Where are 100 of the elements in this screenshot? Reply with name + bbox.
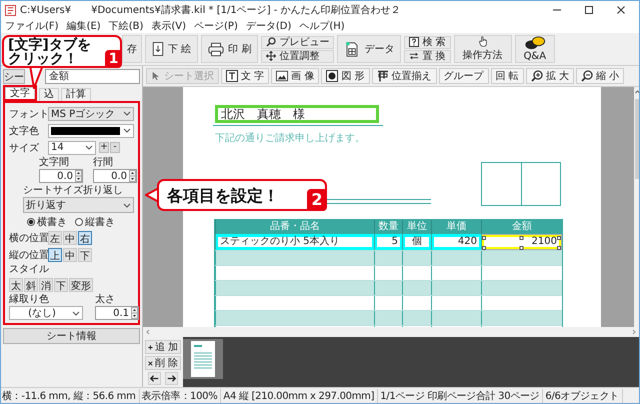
tab[interactable]: 込 bbox=[39, 88, 59, 101]
status-text: 横：-11.6 mm, 縦：56.6 mm bbox=[2, 388, 140, 402]
cell-text: 420 bbox=[434, 237, 479, 247]
menu-item[interactable]: 表示(V) bbox=[151, 19, 186, 33]
toolbar-button[interactable]: 位置調整 bbox=[261, 50, 334, 62]
tab[interactable]: 文字 bbox=[5, 87, 35, 99]
toolbar-button[interactable]: 拡 大 bbox=[526, 68, 574, 84]
radio-button[interactable]: 横書き bbox=[27, 214, 67, 228]
arrow-right-icon[interactable] bbox=[165, 372, 178, 385]
page-thumbnail[interactable] bbox=[183, 339, 223, 379]
spin-field[interactable]: 0.0 bbox=[93, 169, 137, 183]
toolbar-button[interactable]: 位置揃え bbox=[372, 68, 437, 84]
table-cell[interactable]: スティックのり小 5本入り bbox=[215, 234, 374, 250]
status-text: A4 縦 [210.00mm x 297.00mm] bbox=[223, 388, 378, 402]
magnifier-icon bbox=[266, 37, 276, 47]
toggle-button[interactable]: 上 bbox=[48, 248, 62, 262]
style-button[interactable]: 消 bbox=[39, 278, 53, 292]
toolbar-button[interactable]: 回 転 bbox=[490, 68, 524, 84]
column-header: 金額 bbox=[481, 220, 562, 234]
step-badge: 1 bbox=[105, 50, 122, 68]
radio-button[interactable]: 縦書き bbox=[75, 214, 115, 228]
column-header: 単位 bbox=[402, 220, 431, 234]
field-label: 行間 bbox=[93, 157, 114, 168]
question-box-icon bbox=[409, 37, 420, 47]
style-button[interactable]: 下 bbox=[54, 278, 68, 292]
toolbar-button[interactable]: グループ bbox=[438, 68, 489, 84]
column-header: 品番・品名 bbox=[215, 220, 374, 234]
stamp-boxes[interactable] bbox=[481, 162, 561, 206]
field-label: 文字間 bbox=[39, 157, 70, 168]
spinner-arrows-icon[interactable] bbox=[75, 170, 82, 182]
toolbar-button[interactable]: 縮 小 bbox=[576, 68, 624, 84]
toggle-button[interactable]: 中 bbox=[63, 248, 77, 262]
toolbar-button[interactable]: データ bbox=[337, 35, 402, 63]
toolbar-button[interactable]: 文 字 bbox=[221, 68, 270, 84]
document-table-icon bbox=[344, 42, 360, 56]
toggle-button[interactable]: 右 bbox=[78, 230, 92, 244]
wrap-select[interactable]: 折り返す bbox=[23, 197, 134, 213]
toggle-button[interactable]: 中 bbox=[63, 230, 77, 244]
image-icon bbox=[276, 70, 288, 82]
toolbar-button[interactable]: 操作方法 bbox=[454, 35, 512, 63]
cell-text: 2100 bbox=[484, 237, 559, 247]
toolbar-button[interactable]: 検 索 bbox=[404, 36, 451, 48]
table-cell[interactable]: 420 bbox=[431, 234, 481, 250]
menu-item[interactable]: ファイル(F) bbox=[5, 19, 59, 33]
callout-text: [文字]タブを クリック！ bbox=[8, 38, 91, 66]
toolbar-button[interactable]: 置 換 bbox=[404, 50, 451, 62]
font-select[interactable]: MS Pゴシック bbox=[48, 106, 134, 120]
style-button[interactable]: 斜 bbox=[24, 278, 38, 292]
menu-item[interactable]: ページ(P) bbox=[194, 19, 238, 33]
table-cell[interactable]: 個 bbox=[402, 234, 431, 250]
move-arrows-icon bbox=[266, 51, 276, 61]
tab[interactable]: 計算 bbox=[61, 88, 91, 101]
field-label: 縁取り色 bbox=[9, 294, 50, 305]
spinner-arrows-icon[interactable] bbox=[131, 307, 138, 319]
toolbar-button[interactable]: 図 形 bbox=[321, 68, 370, 84]
sheet-info-button[interactable]: シート情報 bbox=[3, 328, 140, 344]
spin-field[interactable]: 0.1 bbox=[95, 306, 139, 320]
outline-color-select[interactable]: (なし) bbox=[9, 306, 83, 320]
spin-field[interactable]: 0.0 bbox=[39, 169, 83, 183]
circle-shape-icon bbox=[326, 70, 338, 82]
window-title: C:¥Users¥ ¥Documents¥請求書.kil * [1/1ページ] - かんたん印刷位置合わせ２ bbox=[20, 4, 401, 17]
delete-page-button[interactable]: 削 除 bbox=[145, 356, 181, 370]
sheet-button[interactable]: シー bbox=[3, 69, 25, 84]
toolbar-button[interactable]: プレビュー bbox=[261, 36, 334, 48]
field-label: 太さ bbox=[95, 294, 116, 305]
toolbar-button[interactable]: 存 bbox=[122, 35, 142, 63]
field-label: 縦の位置 bbox=[9, 248, 47, 262]
style-button[interactable]: 変形 bbox=[69, 278, 93, 292]
text-frame-icon bbox=[226, 70, 238, 82]
add-page-button[interactable]: 追 加 bbox=[145, 340, 181, 354]
spinner-arrows-icon[interactable] bbox=[129, 170, 136, 182]
close-icon[interactable] bbox=[616, 5, 626, 15]
menu-item[interactable]: 編集(E) bbox=[66, 19, 101, 33]
swap-arrows-icon bbox=[409, 51, 420, 61]
toggle-button[interactable]: 左 bbox=[48, 230, 62, 244]
color-select[interactable] bbox=[48, 124, 134, 138]
caret-icon bbox=[123, 202, 131, 208]
size-step-button[interactable]: + bbox=[99, 142, 109, 153]
toggle-button[interactable]: 下 bbox=[78, 248, 92, 262]
menu-item[interactable]: 下絵(B) bbox=[108, 19, 144, 33]
caret-icon bbox=[72, 310, 80, 316]
table-cell[interactable]: 2100 bbox=[481, 234, 562, 250]
menu-item[interactable]: ヘルプ(H) bbox=[299, 19, 345, 33]
toolbar-button[interactable]: 下 絵 bbox=[145, 35, 198, 63]
speech-bubbles-icon bbox=[524, 36, 546, 50]
recipient-name-box[interactable]: 北沢 真穂 様 bbox=[215, 105, 379, 123]
status-text: 1/1ページ 印刷ページ合計 30ページ bbox=[380, 388, 544, 402]
toolbar-button[interactable]: 印 刷 bbox=[201, 35, 258, 63]
x-icon bbox=[148, 360, 153, 366]
menu-item[interactable]: データ(D) bbox=[246, 19, 292, 33]
cell-text: 5 bbox=[377, 237, 400, 247]
size-select[interactable]: 14 bbox=[48, 140, 96, 154]
style-button[interactable]: 太 bbox=[9, 278, 23, 292]
toolbar-button[interactable]: Q&A bbox=[514, 35, 556, 63]
arrow-left-icon[interactable] bbox=[148, 372, 161, 385]
size-step-button[interactable]: - bbox=[110, 142, 120, 153]
table-cell[interactable]: 5 bbox=[374, 234, 402, 250]
field-label: フォント bbox=[9, 108, 47, 120]
maximize-icon[interactable] bbox=[584, 5, 594, 15]
toolbar-button[interactable]: 画 像 bbox=[271, 68, 320, 84]
